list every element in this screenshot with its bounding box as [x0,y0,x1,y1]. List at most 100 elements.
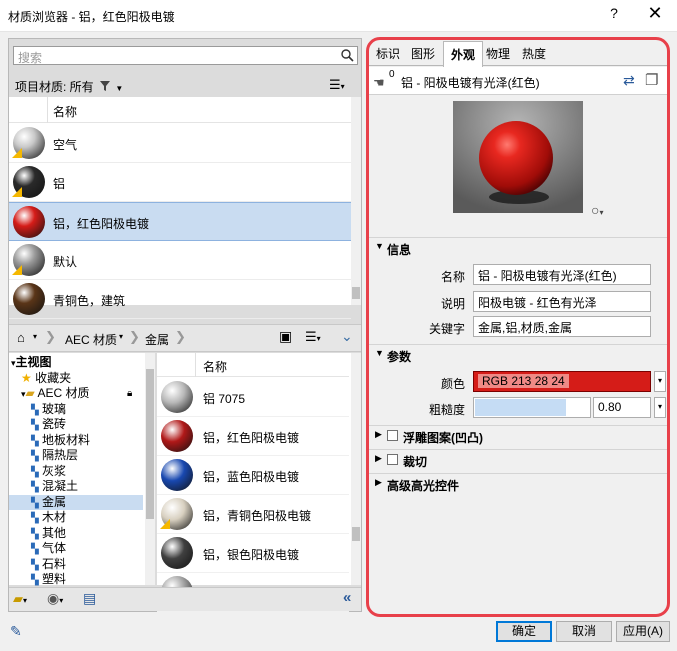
tab-physical[interactable]: 物理 [486,45,510,62]
library-material-row[interactable]: 铝，青铜色阳极电镀 [157,495,349,534]
tree-node[interactable]: ▚ 玻璃 [9,402,143,417]
scroll-thumb[interactable] [352,287,360,299]
tree-node-label: 气体 [42,541,67,555]
list-view-icon[interactable]: ☰▾ [305,329,321,345]
help-button[interactable]: ? [604,5,624,21]
list-view-icon[interactable]: ☰▾ [329,77,345,93]
scroll-thumb[interactable] [146,369,154,519]
preview-options-icon[interactable]: ○▾ [591,202,603,218]
library-material-row[interactable]: 铝，蓝色阳极电镀 [157,456,349,495]
tree-node[interactable]: ▚ 石料 [9,557,143,572]
library-tree: ▾主视图 ★ 收藏夹 ▾▰ AEC 材质 🔒︎ ▚ 玻璃 ▚ 瓷砖 ▚ 地板材料 ▚ 隔热层 ▚… [9,353,155,587]
materials-scrollbar[interactable] [351,97,361,305]
color-dropdown-button[interactable]: ▾ [654,371,666,392]
material-row[interactable]: 铝，红色阳极电镀 [9,202,351,241]
breadcrumb-metal[interactable]: 金属 [145,331,169,348]
tree-node[interactable]: ▚ 隔热层 [9,448,143,463]
advanced-highlight-section[interactable]: ▶ 高级高光控件 [369,473,667,493]
search-placeholder: 搜索 [18,51,43,65]
panel-layout-icon[interactable]: ▣ [279,328,292,345]
library-material-row[interactable]: 铝，银色阳极电镀 [157,534,349,573]
search-input[interactable]: 搜索 [13,46,358,65]
hand-icon: ☚ [373,75,385,90]
tree-node-label: 金属 [42,494,67,509]
title-bar: 材质浏览器 - 铝，红色阳极电镀 ? ✕ [0,0,677,32]
roughness-dropdown-button[interactable]: ▾ [654,397,666,418]
library-scrollbar[interactable] [351,353,361,585]
apply-button[interactable]: 应用(A) [616,621,670,642]
tree-node[interactable]: ▚ 灰浆 [9,464,143,479]
description-field[interactable]: 阳极电镀 - 红色有光泽 [473,291,651,312]
create-material-icon[interactable]: ◉▾ [47,590,63,607]
expanded-triangle-icon[interactable]: ▼ [375,348,384,358]
tree-node[interactable]: ▚ 瓷砖 [9,417,143,432]
tree-node[interactable]: ▚ 其他 [9,526,143,541]
collapsed-triangle-icon[interactable]: ▶ [375,453,382,464]
chevron-down-icon[interactable]: ▾ [33,332,37,341]
material-editor-panel: 标识 图形 外观 物理 热度 ☚ 0 铝 - 阳极电镀有光泽(红色) ⇄ ❐ ○… [366,37,670,617]
tab-appearance[interactable]: 外观 [443,41,484,67]
material-name: 铝，红色阳极电镀 [53,217,150,231]
cutout-checkbox[interactable] [387,454,398,465]
material-row[interactable]: 默认 [9,241,351,280]
library-folder-icon[interactable]: ▰▾ [13,591,27,607]
breadcrumb-aec[interactable]: AEC 材质 [65,331,117,348]
library-materials-list: 名称 铝 7075 铝，红色阳极电镀铝，蓝色阳极电镀 铝，青铜色阳极电镀 铝，银色阳极… [157,353,361,612]
funnel-icon[interactable] [100,81,112,92]
roughness-value-field[interactable]: 0.80 [593,397,651,418]
search-icon[interactable] [340,48,354,62]
tab-thermal[interactable]: 热度 [522,45,546,62]
tree-node[interactable]: ▾▰ AEC 材质 🔒︎ [9,386,143,401]
collapsed-triangle-icon[interactable]: ▶ [375,477,382,488]
close-button[interactable]: ✕ [644,3,666,24]
tree-node[interactable]: ▚ 混凝土 [9,479,143,494]
column-name-header[interactable]: 名称 [53,103,77,120]
collapse-left-icon[interactable]: « [343,589,351,606]
material-row[interactable]: 铝 [9,163,351,202]
tree-node-label: 塑料 [42,572,67,586]
tree-node[interactable]: ▾主视图 [9,355,143,370]
library-material-row[interactable]: 铝 7075 [157,378,349,417]
warning-icon [12,265,22,275]
tree-node[interactable]: ★ 收藏夹 [9,371,143,386]
home-icon[interactable]: ⌂ [17,330,25,345]
chevron-down-icon[interactable]: ▼ [115,84,123,93]
tab-identity[interactable]: 标识 [376,45,400,62]
cutout-section[interactable]: ▶ 裁切 [369,449,667,469]
parameters-section-title: 参数 [387,350,412,364]
asset-editor-icon[interactable]: ▤ [83,590,96,607]
info-section[interactable]: ▼ 信息 [369,237,667,257]
replace-asset-icon[interactable]: ⇄ [623,72,635,89]
collapsed-triangle-icon[interactable]: ▶ [375,429,382,440]
tree-node[interactable]: ▚ 金属 [9,494,143,510]
keywords-label: 关键字 [428,322,465,336]
material-row[interactable]: 空气 [9,124,351,163]
project-materials-filter[interactable]: 项目材质: 所有 ▼ [15,78,123,95]
tree-node[interactable]: ▚ 气体 [9,541,143,556]
library-material-row[interactable]: 铝，红色阳极电镀 [157,417,349,456]
column-name-header[interactable]: 名称 [203,358,227,375]
material-name: 铝，红色阳极电镀 [203,431,300,445]
roughness-slider[interactable] [473,397,591,418]
material-row[interactable]: 青铜色，建筑 [9,280,351,319]
collapse-icon[interactable]: ⌄ [341,328,353,345]
keywords-field[interactable]: 金属,铝,材质,金属 [473,316,651,337]
tree-node[interactable]: ▚ 塑料 [9,572,143,587]
material-settings-icon[interactable]: ✎ [10,623,22,640]
color-swatch-field[interactable]: RGB 213 28 24 [473,371,651,392]
scroll-thumb[interactable] [352,527,360,541]
parameters-section[interactable]: ▼ 参数 [369,344,667,364]
tree-node[interactable]: ▚ 地板材料 [9,433,143,448]
tree-scrollbar[interactable] [145,353,155,585]
relief-pattern-checkbox[interactable] [387,430,398,441]
tree-node[interactable]: ▚ 木材 [9,510,143,525]
duplicate-asset-icon[interactable]: ❐ [645,71,658,89]
breadcrumb-separator-icon: ❯ [45,329,56,344]
relief-pattern-section[interactable]: ▶ 浮雕图案(凹凸) [369,425,667,445]
name-field[interactable]: 铝 - 阳极电镀有光泽(红色) [473,264,651,285]
cancel-button[interactable]: 取消 [556,621,612,642]
tab-graphics[interactable]: 图形 [411,45,435,62]
chevron-down-icon[interactable]: ▾ [119,332,123,341]
ok-button[interactable]: 确定 [496,621,552,642]
expanded-triangle-icon[interactable]: ▼ [375,241,384,251]
